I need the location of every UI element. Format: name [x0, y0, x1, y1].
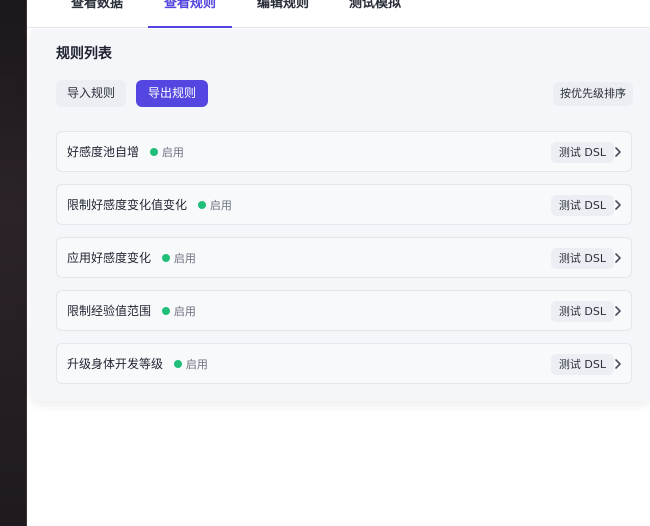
status-label: 启用: [173, 252, 196, 265]
status-dot-icon: [173, 360, 182, 368]
rule-name: 升级身体开发等级: [67, 357, 164, 371]
status-badge: 启用: [149, 144, 184, 160]
rule-name: 限制经验值范围: [67, 304, 152, 318]
status-label: 启用: [185, 358, 208, 371]
test-dsl-button[interactable]: 测试 DSL: [550, 142, 614, 163]
status-badge: 启用: [173, 356, 208, 372]
import-rules-button[interactable]: 导入规则: [56, 80, 126, 107]
chevron-right-icon[interactable]: [614, 197, 622, 213]
status-badge: 启用: [161, 303, 196, 319]
status-label: 启用: [161, 146, 184, 159]
chevron-right-icon[interactable]: [614, 144, 622, 160]
test-dsl-button[interactable]: 测试 DSL: [550, 195, 614, 216]
background-window-strip: [0, 0, 27, 526]
chevron-right-icon[interactable]: [614, 303, 622, 319]
rule-item[interactable]: 应用好感度变化 启用 测试 DSL: [56, 237, 632, 278]
status-dot-icon: [149, 148, 158, 156]
status-dot-icon: [197, 201, 206, 209]
status-dot-icon: [161, 254, 170, 262]
rule-name: 应用好感度变化: [67, 251, 152, 265]
rule-list: 好感度池自增 启用 测试 DSL 限制好感度变化值变化 启用 测试 DSL 应用…: [56, 131, 632, 396]
rule-name: 限制好感度变化值变化: [67, 198, 188, 212]
rule-item[interactable]: 升级身体开发等级 启用 测试 DSL: [56, 343, 632, 384]
status-badge: 启用: [161, 250, 196, 266]
main-area: 查看数据 查看规则 编辑规则 测试模拟 规则列表 导入规则 导出规则 按优先级排…: [27, 0, 650, 526]
export-rules-button[interactable]: 导出规则: [136, 80, 208, 107]
tab-bar: 查看数据 查看规则 编辑规则 测试模拟: [27, 0, 650, 28]
tab-edit-rules[interactable]: 编辑规则: [243, 0, 323, 28]
test-dsl-button[interactable]: 测试 DSL: [550, 301, 614, 322]
chevron-right-icon[interactable]: [614, 250, 622, 266]
rules-panel: 规则列表 导入规则 导出规则 按优先级排序 好感度池自增 启用 测试 DSL 限…: [31, 29, 650, 401]
rule-item[interactable]: 限制经验值范围 启用 测试 DSL: [56, 290, 632, 331]
chevron-right-icon[interactable]: [614, 356, 622, 372]
tab-view-rules[interactable]: 查看规则: [148, 0, 232, 28]
status-dot-icon: [161, 307, 170, 315]
rule-name: 好感度池自增: [67, 145, 140, 159]
test-dsl-button[interactable]: 测试 DSL: [550, 248, 614, 269]
panel-title: 规则列表: [56, 46, 112, 62]
rule-item[interactable]: 好感度池自增 启用 测试 DSL: [56, 131, 632, 172]
tab-view-data[interactable]: 查看数据: [57, 0, 137, 28]
status-badge: 启用: [197, 197, 232, 213]
status-label: 启用: [209, 199, 232, 212]
test-dsl-button[interactable]: 测试 DSL: [550, 354, 614, 375]
tab-test-simulation[interactable]: 测试模拟: [335, 0, 415, 28]
sort-by-priority-button[interactable]: 按优先级排序: [553, 82, 633, 106]
status-label: 启用: [173, 305, 196, 318]
rule-item[interactable]: 限制好感度变化值变化 启用 测试 DSL: [56, 184, 632, 225]
